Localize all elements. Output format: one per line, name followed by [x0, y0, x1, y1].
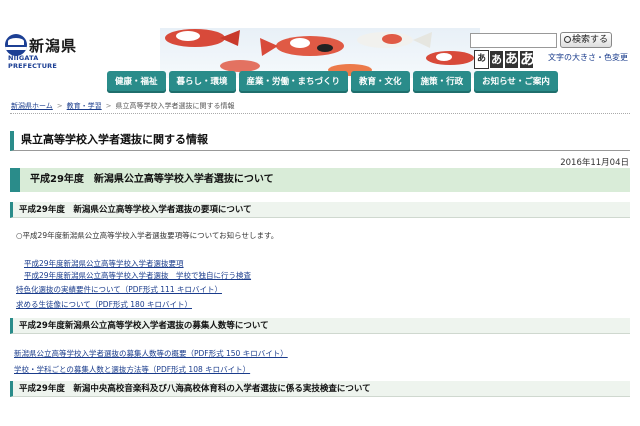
- breadcrumb-section-link[interactable]: 教育・学習: [67, 102, 102, 110]
- student-profile-pdf-link[interactable]: 求める生徒像について（PDF形式 180 キロバイト）: [16, 299, 192, 310]
- breadcrumb-current: 県立高等学校入学者選抜に関する情報: [115, 102, 235, 110]
- logo-subtitle: NIIGATA PREFECTURE: [8, 54, 58, 70]
- page-title: 県立高等学校入学者選抜に関する情報: [10, 131, 630, 151]
- breadcrumb-separator-icon: >: [105, 102, 112, 110]
- nav-health-welfare[interactable]: 健康・福祉: [107, 71, 166, 93]
- nav-living-environment[interactable]: 暮らし・環境: [168, 71, 236, 93]
- search-button-label: 検索する: [571, 35, 608, 45]
- font-size-small-button[interactable]: あ: [474, 50, 489, 69]
- selection-method-pdf-link[interactable]: 学校・学科ごとの募集人数と選抜方法等（PDF形式 108 キロバイト）: [14, 364, 250, 375]
- subsection-heading-practical-exam: 平成29年度 新潟中央高校音楽科及び八海高校体育科の入学者選抜に係る実技検査につ…: [10, 381, 630, 397]
- search-button[interactable]: 検索する: [560, 32, 612, 48]
- font-size-large-button[interactable]: あ: [504, 50, 519, 69]
- nav-industry-labor[interactable]: 産業・労働・まちづくり: [238, 71, 349, 93]
- breadcrumb-divider: [10, 113, 630, 114]
- update-date: 2016年11月04日: [560, 158, 629, 168]
- logo-title: 新潟県: [29, 37, 78, 55]
- breadcrumb: 新潟県ホーム > 教育・学習 > 県立高等学校入学者選抜に関する情報: [11, 101, 235, 111]
- search-input[interactable]: [470, 33, 557, 48]
- guidelines-intro-text: ○平成29年度新潟県公立高等学校入学者選抜要項等についてお知らせします。: [16, 231, 279, 240]
- font-color-settings-link[interactable]: 文字の大きさ・色変更: [548, 52, 628, 63]
- breadcrumb-home-link[interactable]: 新潟県ホーム: [11, 102, 53, 110]
- nav-education-culture[interactable]: 教育・文化: [351, 71, 410, 93]
- enrollment-overview-pdf-link[interactable]: 新潟県公立高等学校入学者選抜の募集人数等の概要（PDF形式 150 キロバイト）: [14, 348, 288, 359]
- breadcrumb-separator-icon: >: [56, 102, 63, 110]
- prefecture-emblem-icon: [5, 34, 27, 56]
- special-selection-pdf-link[interactable]: 特色化選抜の実績要件について（PDF形式 111 キロバイト）: [16, 284, 222, 295]
- font-size-xlarge-button[interactable]: あ: [519, 50, 535, 69]
- global-nav: 健康・福祉 暮らし・環境 産業・労働・まちづくり 教育・文化 施策・行政 お知ら…: [107, 71, 558, 93]
- subsection-heading-guidelines: 平成29年度 新潟県公立高等学校入学者選抜の要項について: [10, 202, 630, 218]
- subsection-heading-enrollment: 平成29年度新潟県公立高等学校入学者選抜の募集人数等について: [10, 318, 630, 334]
- nav-policy-administration[interactable]: 施策・行政: [412, 71, 472, 93]
- font-size-selector: あ あ あ あ: [474, 50, 535, 69]
- guidelines-link[interactable]: 平成29年度新潟県公立高等学校入学者選抜要項: [24, 258, 184, 269]
- section-heading: 平成29年度 新潟県公立高等学校入学者選抜について: [10, 168, 630, 192]
- site-logo[interactable]: 新潟県 NIIGATA PREFECTURE: [5, 32, 85, 70]
- independent-exam-link[interactable]: 平成29年度新潟県公立高等学校入学者選抜 学校で独自に行う検査: [24, 270, 251, 281]
- nav-news-info[interactable]: お知らせ・ご案内: [474, 71, 558, 93]
- font-size-medium-button[interactable]: あ: [489, 50, 504, 69]
- site-header: 新潟県 NIIGATA PREFECTURE 検索する あ あ あ あ 文字の大…: [0, 0, 640, 78]
- search-icon: [563, 36, 571, 43]
